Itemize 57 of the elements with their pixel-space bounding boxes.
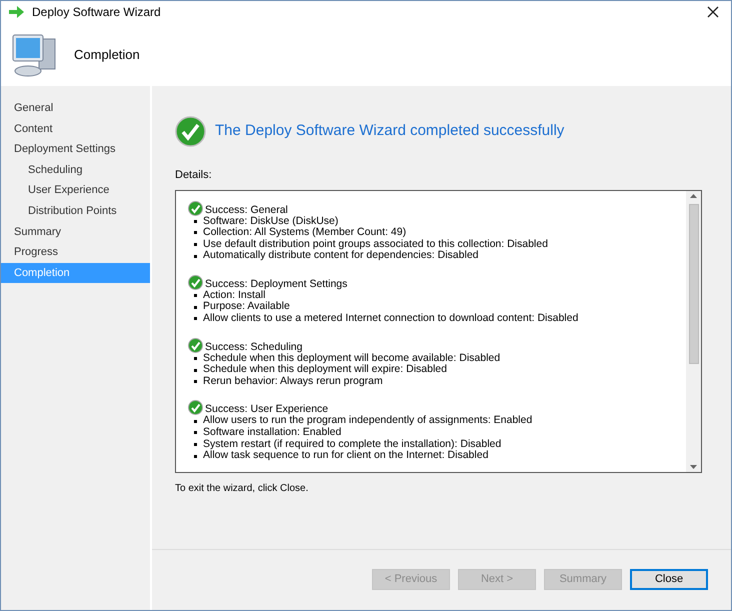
bullet bbox=[194, 431, 197, 434]
exit-hint: To exit the wizard, click Close. bbox=[175, 482, 310, 496]
close-icon[interactable] bbox=[707, 6, 719, 18]
check-icon bbox=[175, 116, 206, 147]
detail-line: Allow clients to use a metered Internet connection to download content: Disabled bbox=[203, 313, 578, 325]
bullet bbox=[194, 231, 197, 234]
detail-line: Automatically distribute content for dependencies: Disabled bbox=[203, 250, 478, 262]
check-icon bbox=[188, 400, 203, 416]
detail-line: Schedule when this deployment will expire: Disabled bbox=[203, 364, 447, 376]
detail-line: Software: DiskUse (DiskUse) bbox=[203, 216, 338, 226]
scrollbar-thumb[interactable] bbox=[688, 204, 698, 364]
bullet bbox=[194, 254, 197, 258]
detail-line: System restart (if required to complete the installation): Disabled bbox=[203, 438, 502, 450]
detail-line: Collection: All Systems (Member Count: 49) bbox=[203, 227, 406, 239]
bullet bbox=[194, 420, 197, 423]
detail-line: Action: Install bbox=[203, 290, 266, 301]
section-title: Success: Scheduling bbox=[205, 340, 302, 353]
scrollbar[interactable] bbox=[686, 190, 701, 472]
detail-line: Purpose: Available bbox=[203, 301, 290, 313]
check-icon bbox=[188, 274, 203, 290]
sidebar-item[interactable]: Summary bbox=[1, 222, 150, 242]
bullet bbox=[194, 220, 197, 223]
bullet bbox=[194, 294, 197, 298]
arrow-icon bbox=[9, 6, 24, 18]
sidebar-item[interactable]: General bbox=[1, 98, 150, 119]
scroll-down-icon[interactable] bbox=[690, 464, 697, 468]
page-title: Completion bbox=[74, 46, 140, 64]
sidebar-item[interactable]: Scheduling bbox=[1, 160, 150, 180]
sidebar-item[interactable]: Deployment Settings bbox=[1, 139, 150, 160]
check-icon bbox=[188, 200, 203, 216]
sidebar-item[interactable]: Content bbox=[1, 118, 150, 140]
window-title: Deploy Software Wizard bbox=[32, 4, 161, 21]
sidebar-item[interactable]: Distribution Points bbox=[1, 200, 150, 222]
section-title: Success: User Experience bbox=[205, 403, 328, 416]
bullet bbox=[194, 317, 197, 320]
detail-line: Software installation: Enabled bbox=[203, 427, 342, 439]
wizard-button[interactable]: Close bbox=[630, 568, 708, 590]
section-title: Success: Deployment Settings bbox=[205, 278, 348, 290]
bullet bbox=[194, 306, 197, 309]
scroll-up-icon[interactable] bbox=[690, 194, 697, 198]
section-title: Success: General bbox=[205, 204, 288, 216]
bullet bbox=[194, 368, 197, 372]
details-label: Details: bbox=[175, 168, 213, 183]
bullet bbox=[194, 242, 197, 246]
result-heading: The Deploy Software Wizard completed successfully bbox=[215, 121, 564, 142]
detail-line: Allow task sequence to run for client on the Internet: Disabled bbox=[203, 450, 488, 462]
sidebar-item[interactable]: User Experience bbox=[1, 180, 150, 201]
detail-line: Allow users to run the program independently of assignments: Enabled bbox=[203, 415, 532, 427]
detail-line: Schedule when this deployment will become available: Disabled bbox=[203, 352, 500, 364]
bullet bbox=[194, 442, 197, 446]
detail-line: Rerun behavior: Always rerun program bbox=[203, 376, 383, 388]
bullet bbox=[194, 380, 197, 384]
check-icon bbox=[188, 338, 203, 353]
bullet bbox=[194, 356, 197, 360]
bullet bbox=[194, 454, 197, 458]
detail-line: Use default distribution point groups associated to this collection: Disabled bbox=[203, 238, 548, 250]
sidebar-item[interactable]: Progress bbox=[1, 242, 150, 263]
